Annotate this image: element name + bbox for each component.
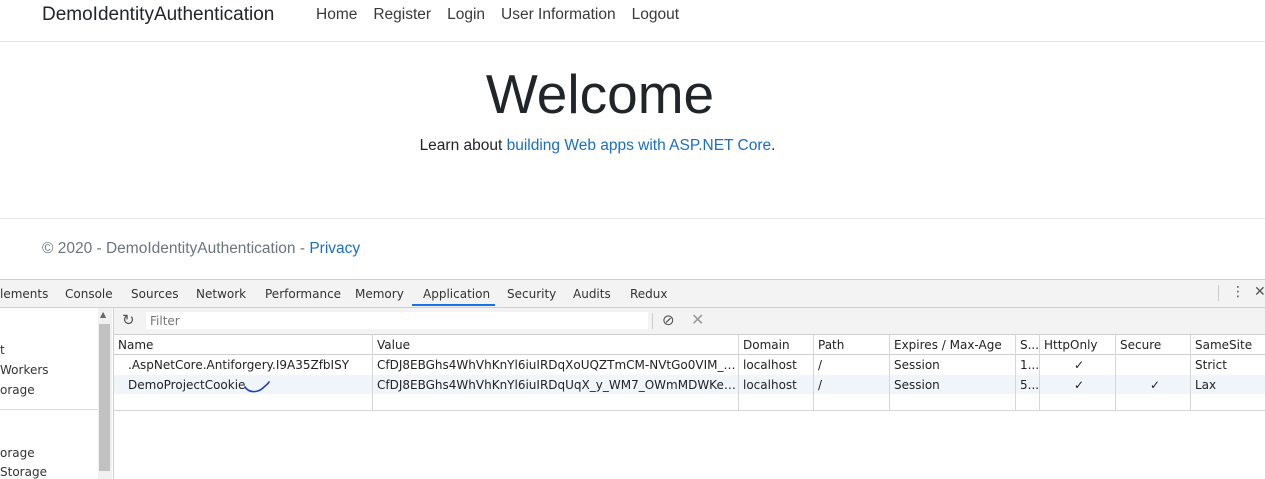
tab-redux[interactable]: Redux	[630, 287, 668, 301]
annotation-scribble	[244, 381, 270, 393]
nav-links: Home Register Login User Information Log…	[316, 6, 695, 24]
nav-register[interactable]: Register	[373, 6, 431, 24]
tab-console[interactable]: Console	[65, 287, 113, 301]
privacy-link[interactable]: Privacy	[309, 240, 360, 257]
learn-prefix: Learn about	[419, 137, 507, 154]
col-value[interactable]: Value	[377, 338, 737, 352]
brand-link[interactable]: DemoIdentityAuthentication	[42, 4, 274, 26]
nav-logout[interactable]: Logout	[632, 6, 679, 24]
tab-elements[interactable]: lements	[0, 287, 48, 301]
table-bottom-border	[114, 410, 1265, 411]
col-secure[interactable]: Secure	[1120, 338, 1190, 352]
sidebar-divider	[0, 409, 98, 410]
col-httponly[interactable]: HttpOnly	[1044, 338, 1114, 352]
active-tab-indicator	[412, 304, 495, 306]
more-options-icon[interactable]: ⋮	[1231, 284, 1245, 300]
footer: © 2020 - DemoIdentityAuthentication - Pr…	[42, 240, 360, 258]
tab-sources[interactable]: Sources	[131, 287, 178, 301]
col-samesite[interactable]: SameSite	[1195, 338, 1265, 352]
devtools-tabbar: lements Console Sources Network Performa…	[0, 280, 1265, 308]
column-divider[interactable]	[1190, 335, 1191, 411]
cell-value: CfDJ8EBGhs4WhVhKnYl6iuIRDqXoUQZTmCM-NVtG…	[377, 358, 737, 372]
cell-samesite: Lax	[1195, 378, 1217, 392]
tab-performance[interactable]: Performance	[265, 287, 341, 301]
sidebar-item-clear-storage[interactable]: orage	[0, 383, 35, 397]
column-divider[interactable]	[372, 335, 373, 411]
cell-samesite: Strict	[1195, 358, 1227, 372]
cell-size: 1...	[1020, 358, 1040, 372]
sidebar-item-service-workers[interactable]: Workers	[0, 363, 49, 377]
cell-httponly: ✓	[1073, 358, 1085, 372]
tabbar-separator	[1218, 285, 1219, 301]
navbar: DemoIdentityAuthentication Home Register…	[0, 0, 1265, 42]
column-divider[interactable]	[1115, 335, 1116, 411]
tab-network[interactable]: Network	[196, 287, 246, 301]
cell-name: .AspNetCore.Antiforgery.I9A35ZfbISY	[128, 358, 350, 372]
column-divider[interactable]	[1015, 335, 1016, 411]
cell-expires: Session	[894, 358, 940, 372]
nav-user-information[interactable]: User Information	[501, 6, 616, 24]
tab-application[interactable]: Application	[423, 287, 490, 301]
cell-path: /	[818, 378, 823, 392]
table-row[interactable]: DemoProjectCookie CfDJ8EBGhs4WhVhKnYl6iu…	[114, 375, 1265, 394]
table-row[interactable]: .AspNetCore.Antiforgery.I9A35ZfbISY CfDJ…	[114, 355, 1265, 374]
footer-copyright: © 2020 - DemoIdentityAuthentication -	[42, 240, 310, 257]
cell-value: CfDJ8EBGhs4WhVhKnYl6iuIRDqUqX_y_WM7_OWmM…	[377, 378, 737, 392]
toolbar-separator	[652, 313, 653, 329]
learn-suffix: .	[771, 137, 776, 154]
tab-security[interactable]: Security	[507, 287, 556, 301]
footer-divider	[0, 218, 1265, 219]
aspnet-docs-link[interactable]: building Web apps with ASP.NET Core	[507, 137, 772, 154]
close-devtools-icon[interactable]: ✕	[1254, 284, 1265, 300]
table-header: Name Value Domain Path Expires / Max-Age…	[114, 335, 1265, 355]
filter-input[interactable]	[146, 312, 648, 329]
cookies-toolbar: ↻ ⊘ ✕	[114, 308, 1265, 335]
cell-size: 5...	[1020, 378, 1040, 392]
tab-audits[interactable]: Audits	[573, 287, 611, 301]
col-name[interactable]: Name	[118, 338, 368, 352]
col-expires[interactable]: Expires / Max-Age	[894, 338, 1014, 352]
cookies-table: Name Value Domain Path Expires / Max-Age…	[114, 335, 1265, 479]
clear-all-icon[interactable]: ⊘	[662, 311, 675, 329]
sidebar-item-manifest[interactable]: t	[0, 343, 5, 357]
devtools-panel: lements Console Sources Network Performa…	[0, 279, 1265, 479]
scroll-up-icon[interactable]: ▲	[100, 310, 106, 319]
nav-home[interactable]: Home	[316, 6, 357, 24]
column-divider[interactable]	[813, 335, 814, 411]
delete-selected-icon[interactable]: ✕	[691, 310, 704, 329]
cell-httponly: ✓	[1073, 378, 1085, 392]
refresh-icon[interactable]: ↻	[122, 311, 135, 329]
sidebar-item-local-storage[interactable]: orage	[0, 446, 35, 460]
sidebar-scrollbar[interactable]: ▲	[98, 308, 112, 479]
cell-secure: ✓	[1149, 378, 1161, 392]
scrollbar-thumb[interactable]	[99, 324, 110, 471]
page-title: Welcome	[485, 63, 715, 125]
cell-domain: localhost	[743, 378, 797, 392]
tab-memory[interactable]: Memory	[355, 287, 404, 301]
learn-text: Learn about building Web apps with ASP.N…	[0, 137, 1195, 155]
cell-expires: Session	[894, 378, 940, 392]
sidebar-item-session-storage[interactable]: Storage	[0, 465, 47, 479]
cell-domain: localhost	[743, 358, 797, 372]
col-path[interactable]: Path	[818, 338, 888, 352]
col-size[interactable]: S...	[1020, 338, 1040, 352]
cell-path: /	[818, 358, 823, 372]
application-sidebar: t Workers orage orage Storage ▲	[0, 308, 114, 479]
col-domain[interactable]: Domain	[743, 338, 813, 352]
column-divider[interactable]	[889, 335, 890, 411]
column-divider[interactable]	[1039, 335, 1040, 411]
nav-login[interactable]: Login	[447, 6, 485, 24]
column-divider[interactable]	[738, 335, 739, 411]
